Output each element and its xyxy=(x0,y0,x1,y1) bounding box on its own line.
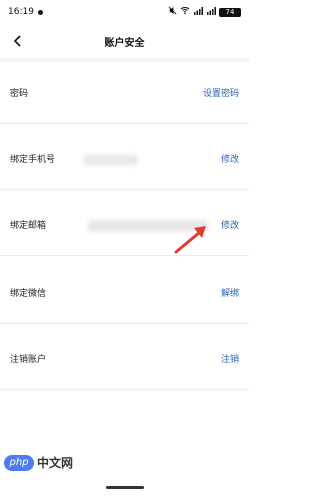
mute-icon xyxy=(168,6,177,18)
red-arrow-annotation xyxy=(174,226,206,254)
signal-icon-2 xyxy=(206,6,216,18)
masked-phone-value xyxy=(84,155,138,165)
row-label-password: 密码 xyxy=(10,89,29,99)
unbind-wechat-button[interactable]: 解绑 xyxy=(221,286,239,299)
php-logo: php xyxy=(4,454,34,471)
row-delete-account: 注销账户 注销 xyxy=(0,328,249,390)
battery-level: 74 xyxy=(225,7,235,16)
row-label-delete-account: 注销账户 xyxy=(10,355,47,365)
set-password-button[interactable]: 设置密码 xyxy=(203,86,239,99)
watermark: php 中文网 xyxy=(4,454,73,471)
row-label-phone: 绑定手机号 xyxy=(10,155,56,165)
row-password: 密码 设置密码 xyxy=(0,62,249,124)
battery-icon: 74 xyxy=(219,7,241,17)
delete-account-button[interactable]: 注销 xyxy=(221,352,239,365)
watermark-text: 中文网 xyxy=(37,456,74,470)
back-button[interactable] xyxy=(8,31,28,51)
nav-bar: 账户安全 xyxy=(0,24,249,58)
home-indicator[interactable] xyxy=(106,486,144,489)
edit-phone-button[interactable]: 修改 xyxy=(221,152,239,165)
status-time: 16:19 xyxy=(8,7,34,17)
row-label-email: 绑定邮箱 xyxy=(10,221,47,231)
status-left: 16:19 xyxy=(8,7,43,17)
edit-email-button[interactable]: 修改 xyxy=(221,218,239,231)
page-title: 账户安全 xyxy=(104,37,145,49)
status-bar: 16:19 74 xyxy=(0,0,249,24)
signal-icon xyxy=(193,6,203,18)
row-label-wechat: 绑定微信 xyxy=(10,289,47,299)
notification-dot-icon xyxy=(37,9,43,15)
wifi-icon xyxy=(180,6,190,18)
status-right: 74 xyxy=(168,6,241,18)
row-wechat: 绑定微信 解绑 xyxy=(0,262,249,324)
chevron-left-icon xyxy=(13,32,23,51)
